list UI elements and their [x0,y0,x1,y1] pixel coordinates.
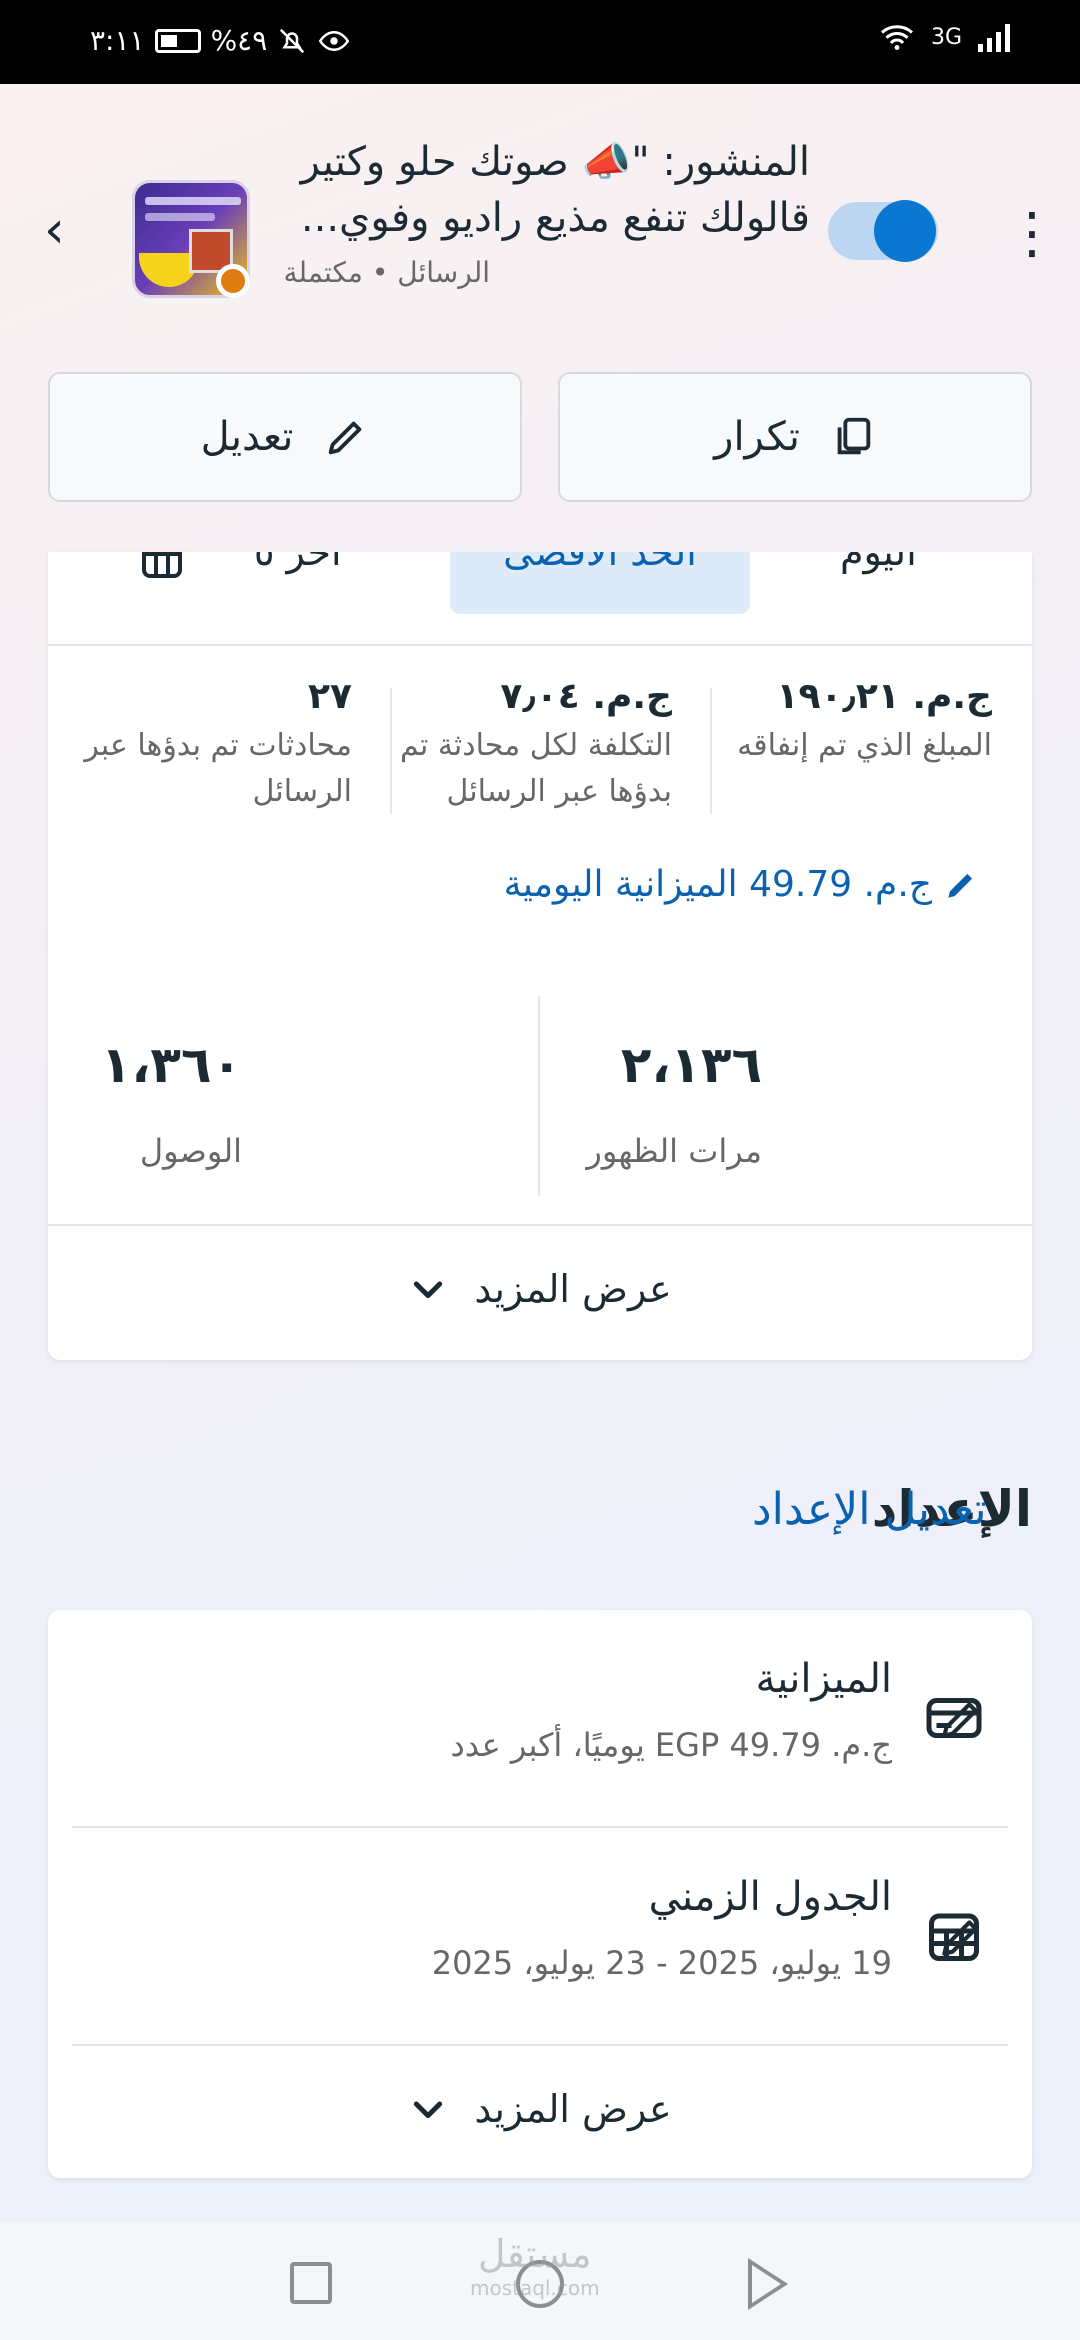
stat-reach: ١،٣٦٠ الوصول [48,1036,242,1170]
divider [72,2044,1008,2046]
duplicate-button-label: تكرار [714,414,800,460]
signal-icon [978,22,1010,52]
watermark-text: مستقل [477,2232,592,2276]
chevron-down-icon [414,1281,443,1299]
stat-label: المبلغ الذي تم إنفاقه [737,728,992,763]
recents-square-icon[interactable] [290,2262,332,2304]
divider [390,688,392,814]
tab-other[interactable]: آخر ٥ [254,552,342,574]
daily-budget-label: ج.م. 49.79 الميزانية اليومية [503,864,932,905]
stat-value: ٢،١٣٦ [620,1036,762,1094]
stat-label: مرات الظهور [586,1132,762,1170]
status-dot [216,264,250,298]
separator: • [371,256,389,289]
campaign-toggle[interactable] [828,200,938,262]
stat-value: ج.م. ٧٫٠٤ [500,676,672,717]
stat-amount-spent: ج.م. ١٩٠٫٢١ المبلغ الذي تم إنفاقه [692,676,992,769]
budget-detail: ج.م. EGP 49.79 يوميًا، أكبر عدد [450,1726,892,1764]
watermark-url: mostaql.com [470,2276,600,2300]
stat-value: ج.م. ١٩٠٫٢١ [776,676,992,717]
battery-icon [154,28,201,53]
pencil-icon [948,873,973,898]
see-more-button[interactable]: عرض المزيد [48,2064,1032,2154]
see-more-label: عرض المزيد [474,1267,672,1311]
watermark: مستقل mostaql.com [470,2232,600,2300]
budget-row[interactable]: الميزانية ج.م. EGP 49.79 يوميًا، أكبر عد… [48,1610,1032,1826]
divider [48,1224,1032,1226]
network-type: 3G [930,24,962,50]
see-more-button[interactable]: عرض المزيد [48,1244,1032,1334]
calendar-icon[interactable] [138,552,186,582]
performance-card: اليوم الحد الأقصى آخر ٥ ج.م. ١٩٠٫٢١ المب… [48,552,1032,1360]
copy-icon [837,417,871,455]
divider [538,996,540,1196]
stat-conversations: ٢٧ محادثات تم بدؤها عبر الرسائل [52,676,352,815]
edit-button[interactable]: تعديل [48,372,522,502]
pencil-icon[interactable] [936,1912,986,1962]
stat-label: محادثات تم بدؤها عبر الرسائل [84,728,352,809]
status-bar-left: ٣:١١ %٤٩ [90,24,351,57]
objective-label: الرسائل [397,256,490,289]
post-title: المنشور: "📣 صوتك حلو وكتير قالولك تنفع م… [300,139,810,241]
status-bar: ٣:١١ %٤٩ 3G [0,0,1080,84]
edit-button-label: تعديل [200,414,294,460]
divider [710,688,712,814]
budget-title: الميزانية [755,1656,892,1702]
wifi-icon [880,25,913,50]
duplicate-button[interactable]: تكرار [558,372,1032,502]
stat-value: ٢٧ [308,676,352,717]
stat-cost-per-conversation: ج.م. ٧٫٠٤ التكلفة لكل محادثة تم بدؤها عب… [372,676,672,815]
see-more-label: عرض المزيد [474,2087,672,2131]
battery-level: %٤٩ [210,24,268,57]
date-range-tabs: اليوم الحد الأقصى آخر ٥ [48,552,1032,646]
mute-bell-icon [280,28,305,53]
status-bar-right: 3G [879,22,1010,52]
pencil-icon [329,421,362,455]
back-chevron-icon[interactable]: ‹ [44,204,65,256]
clock: ٣:١١ [90,24,145,57]
toggle-knob [874,200,936,262]
schedule-detail: 19 يوليو، 2025 - 23 يوليو، 2025 [431,1944,892,1982]
tab-today[interactable]: اليوم [840,552,917,574]
campaign-status-line: الرسائل • مكتملة [284,256,490,289]
status-label: مكتملة [283,256,363,289]
back-triangle-icon[interactable] [748,2258,788,2310]
schedule-row[interactable]: الجدول الزمني 19 يوليو، 2025 - 23 يوليو،… [48,1828,1032,2044]
daily-budget-link[interactable]: ج.م. 49.79 الميزانية اليومية [504,864,980,905]
chevron-down-icon [414,2101,443,2119]
stat-impressions: ٢،١٣٦ مرات الظهور [362,1036,762,1170]
edit-setup-link[interactable]: تعديل الإعداد [752,1484,987,1535]
campaign-header: ‹ المنشور: "📣 صوتك حلو وكتير قالولك تنفع… [0,84,1080,354]
setup-card: الميزانية ج.م. EGP 49.79 يوميًا، أكبر عد… [48,1610,1032,2178]
stat-label: الوصول [139,1132,242,1170]
more-options-icon[interactable]: ⋮ [1004,206,1060,262]
tab-maximum[interactable]: الحد الأقصى [450,552,750,614]
pencil-icon[interactable] [936,1694,986,1744]
schedule-title: الجدول الزمني [648,1874,892,1920]
stat-label: التكلفة لكل محادثة تم بدؤها عبر الرسائل [399,728,672,809]
stat-value: ١،٣٦٠ [100,1036,242,1094]
eye-icon [319,30,350,51]
